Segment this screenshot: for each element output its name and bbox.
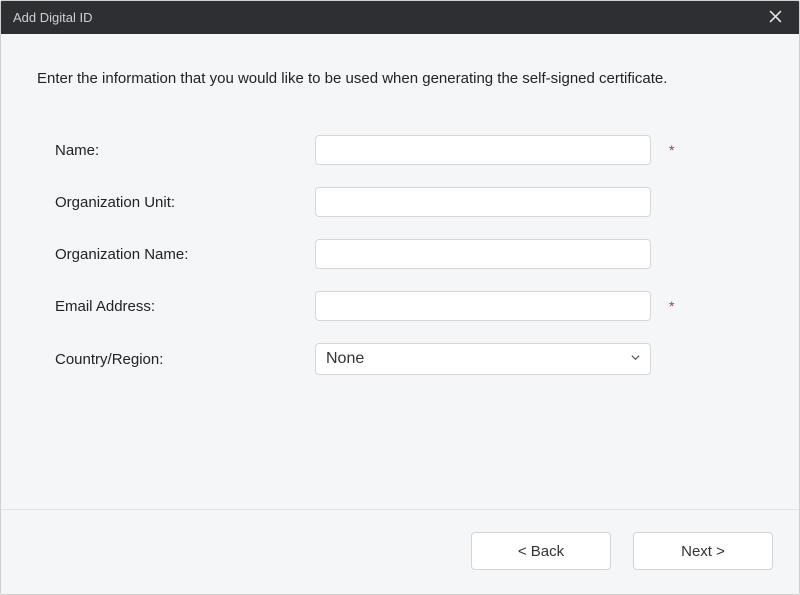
- add-digital-id-dialog: Add Digital ID Enter the information tha…: [0, 0, 800, 595]
- org-name-input-wrap: [315, 239, 651, 269]
- required-marker: *: [669, 142, 674, 158]
- next-button[interactable]: Next >: [633, 532, 773, 570]
- certificate-form: Name: * Organization Unit: Organization …: [37, 135, 763, 375]
- country-select-wrap: None: [315, 343, 651, 375]
- name-input[interactable]: [315, 135, 651, 165]
- country-selected-value: None: [326, 350, 364, 368]
- instruction-text: Enter the information that you would lik…: [37, 70, 763, 87]
- email-input-wrap: *: [315, 291, 674, 321]
- dialog-footer: < Back Next >: [1, 509, 799, 594]
- back-button[interactable]: < Back: [471, 532, 611, 570]
- email-label: Email Address:: [55, 298, 315, 315]
- org-unit-input-wrap: [315, 187, 651, 217]
- country-select[interactable]: None: [315, 343, 651, 375]
- required-marker: *: [669, 298, 674, 314]
- org-name-label: Organization Name:: [55, 246, 315, 263]
- dialog-title: Add Digital ID: [13, 10, 763, 25]
- back-button-label: < Back: [518, 543, 564, 560]
- name-input-wrap: *: [315, 135, 674, 165]
- org-name-input[interactable]: [315, 239, 651, 269]
- dialog-body: Enter the information that you would lik…: [1, 34, 799, 509]
- org-unit-input[interactable]: [315, 187, 651, 217]
- email-input[interactable]: [315, 291, 651, 321]
- close-button[interactable]: [763, 6, 787, 30]
- field-row-org-name: Organization Name:: [55, 239, 763, 269]
- org-unit-label: Organization Unit:: [55, 194, 315, 211]
- field-row-email: Email Address: *: [55, 291, 763, 321]
- close-icon: [769, 10, 782, 26]
- country-label: Country/Region:: [55, 351, 315, 368]
- next-button-label: Next >: [681, 543, 725, 560]
- field-row-org-unit: Organization Unit:: [55, 187, 763, 217]
- name-label: Name:: [55, 142, 315, 159]
- titlebar: Add Digital ID: [1, 1, 799, 34]
- field-row-country: Country/Region: None: [55, 343, 763, 375]
- field-row-name: Name: *: [55, 135, 763, 165]
